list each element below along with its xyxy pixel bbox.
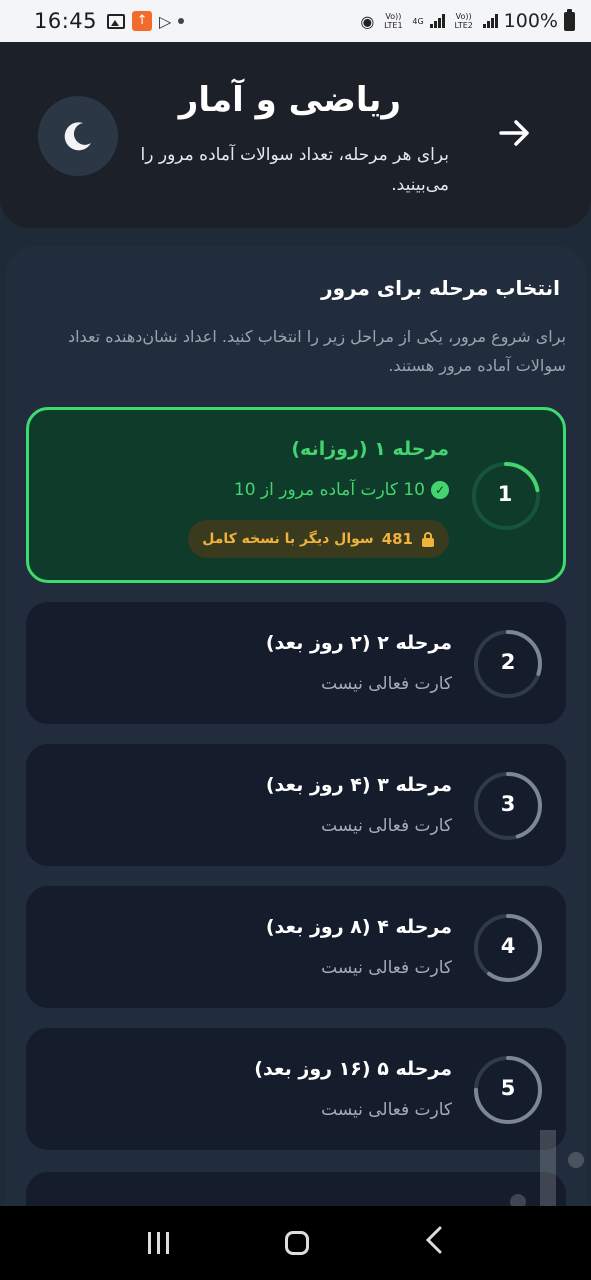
stage-number: 1 bbox=[497, 482, 513, 506]
moon-icon bbox=[64, 122, 91, 151]
stage-selection-panel: انتخاب مرحله برای مرور برای شروع مرور، ی… bbox=[6, 246, 586, 1206]
stage-number: 3 bbox=[500, 792, 516, 816]
stage-title: مرحله ۴ (۸ روز بعد) bbox=[265, 916, 452, 938]
notification-dot-icon bbox=[178, 18, 185, 24]
stage-card-1[interactable]: مرحله ۱ (روزانه) ✓ 10 کارت آماده مرور از… bbox=[26, 407, 566, 583]
header-card: ریاضی و آمار برای هر مرحله، تعداد سوالات… bbox=[0, 42, 591, 228]
recent-apps-button[interactable] bbox=[148, 1232, 169, 1254]
stage-title: مرحله ۲ (۲ روز بعد) bbox=[265, 632, 452, 654]
net-label-1: Vo)) LTE1 bbox=[384, 12, 403, 30]
stage-number: 4 bbox=[500, 934, 516, 958]
system-nav-bar bbox=[0, 1206, 591, 1280]
locked-count: 481 bbox=[381, 530, 413, 548]
gallery-icon bbox=[107, 13, 126, 29]
signal-2-icon bbox=[482, 14, 498, 28]
play-store-icon: ▷ bbox=[159, 11, 172, 31]
upload-icon: ↑ bbox=[132, 11, 153, 31]
stage-title: مرحله ۳ (۴ روز بعد) bbox=[265, 774, 452, 796]
theme-toggle-button[interactable] bbox=[38, 96, 118, 176]
signal-1-icon bbox=[429, 14, 445, 28]
lock-icon bbox=[422, 532, 434, 547]
stage-title: مرحله ۵ (۱۶ روز بعد) bbox=[254, 1058, 452, 1080]
stage-status: کارت فعالی نیست bbox=[321, 958, 452, 978]
net-label-2: Vo)) LTE2 bbox=[454, 12, 473, 30]
section-description: برای شروع مرور، یکی از مراحل زیر را انتخ… bbox=[67, 327, 566, 375]
stage-title: مرحله ۱ (روزانه) bbox=[291, 438, 449, 460]
locked-text: سوال دیگر با نسخه کامل bbox=[202, 531, 374, 547]
stage-card-4[interactable]: مرحله ۴ (۸ روز بعد) کارت فعالی نیست 4 bbox=[26, 886, 566, 1008]
stage-status: کارت فعالی نیست bbox=[321, 674, 452, 694]
page-title: ریاضی و آمار bbox=[178, 80, 401, 120]
home-button[interactable] bbox=[285, 1231, 309, 1255]
stage-status: کارت فعالی نیست bbox=[321, 816, 452, 836]
status-time: 16:45 bbox=[34, 9, 98, 33]
check-circle-icon: ✓ bbox=[431, 481, 449, 499]
back-button[interactable] bbox=[425, 1226, 443, 1260]
battery-icon bbox=[564, 8, 575, 31]
upgrade-badge[interactable]: 481 سوال دیگر با نسخه کامل bbox=[188, 520, 449, 558]
stage-card-2[interactable]: مرحله ۲ (۲ روز بعد) کارت فعالی نیست 2 bbox=[26, 602, 566, 724]
stage-card-3[interactable]: مرحله ۳ (۴ روز بعد) کارت فعالی نیست 3 bbox=[26, 744, 566, 866]
back-arrow-icon[interactable] bbox=[499, 118, 531, 154]
net-label-4g: 4G bbox=[412, 16, 424, 26]
hotspot-icon: ◉ bbox=[360, 11, 375, 31]
page-subtitle: برای هر مرحله، تعداد سوالات آماده مرور ر… bbox=[140, 145, 449, 195]
stage-card-5[interactable]: مرحله ۵ (۱۶ روز بعد) کارت فعالی نیست 5 bbox=[26, 1028, 566, 1150]
stage-status: 10 کارت آماده مرور از 10 bbox=[233, 480, 425, 500]
status-bar: 16:45 ↑ ▷ ◉ Vo)) LTE1 4G Vo)) LTE2 100% bbox=[0, 0, 591, 42]
stage-status: کارت فعالی نیست bbox=[321, 1100, 452, 1120]
stage-number: 5 bbox=[500, 1076, 516, 1100]
app-screen: 16:45 ↑ ▷ ◉ Vo)) LTE1 4G Vo)) LTE2 100% … bbox=[0, 0, 591, 1280]
section-title: انتخاب مرحله برای مرور bbox=[321, 276, 560, 300]
battery-percent: 100% bbox=[503, 10, 558, 32]
stage-number: 2 bbox=[500, 650, 516, 674]
